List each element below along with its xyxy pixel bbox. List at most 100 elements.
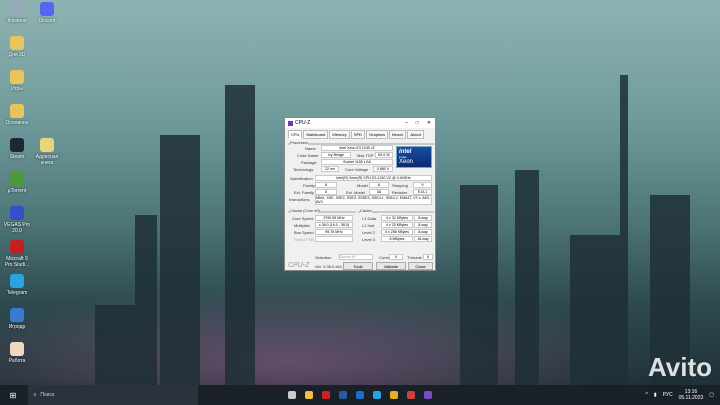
tools-button[interactable]: Tools xyxy=(343,262,373,270)
label: Model xyxy=(357,183,368,188)
taskbar-acrobat[interactable] xyxy=(319,389,333,401)
file-explorer-icon xyxy=(305,391,313,399)
label: Max TDP xyxy=(357,153,374,158)
task-view-icon xyxy=(288,391,296,399)
family: 6 xyxy=(315,182,337,188)
tab-memory[interactable]: Memory xyxy=(329,130,350,139)
app-icon xyxy=(10,172,24,186)
stepping: 9 xyxy=(413,182,432,188)
desktop-icon[interactable]: Основное xyxy=(2,104,32,126)
taskbar-telegram[interactable] xyxy=(370,389,384,401)
taskbar-task-view[interactable] xyxy=(285,389,299,401)
network-icon[interactable]: ▮ xyxy=(654,392,657,398)
photoshop-icon xyxy=(339,391,347,399)
tray-chevron-icon[interactable]: ^ xyxy=(645,392,647,398)
tab-about[interactable]: About xyxy=(407,130,424,139)
desktop-icon-label: Адресная книга xyxy=(35,154,59,166)
cache-label: L1 Data xyxy=(362,216,377,221)
desktop-icon[interactable]: Адресная книга xyxy=(32,138,62,166)
taskbar-cpuz[interactable] xyxy=(421,389,435,401)
language-indicator[interactable]: РУС xyxy=(663,392,673,398)
desktop-icon-label: VEGAS Pro 20.0 xyxy=(3,222,31,234)
cache-size: 8 MBytes xyxy=(381,236,413,242)
taskbar-file-explorer[interactable] xyxy=(302,389,316,401)
cache-label: L1 Inst. xyxy=(362,223,376,228)
cpuz-window[interactable]: CPU-Z – □ ✕ CPU Mainboard Memory SPD Graphics B… xyxy=(284,117,436,271)
tab-spd[interactable]: SPD xyxy=(350,130,366,139)
bus-speed: 99.76 MHz xyxy=(315,229,353,235)
desktop-icon[interactable]: Mixcraft 9 Pro Studi... xyxy=(2,240,32,268)
multiplier: x 38.0 (16.0 - 38.0) xyxy=(315,222,353,228)
app-icon xyxy=(10,206,24,220)
window-title: CPU-Z xyxy=(295,120,311,126)
desktop-icon[interactable]: Игродр xyxy=(2,308,32,330)
desktop-icon-label: Игродр xyxy=(8,324,26,330)
app-icon xyxy=(10,308,24,322)
taskbar-chrome-alt[interactable] xyxy=(404,389,418,401)
outlook-icon xyxy=(356,391,364,399)
specification: Intel(R) Xeon(R) CPU E3-1240 V2 @ 3.40GH… xyxy=(315,175,432,181)
cache-section-label: Cache xyxy=(360,208,372,213)
cache-way: 8-way xyxy=(414,215,432,221)
taskbar-chrome[interactable] xyxy=(387,389,401,401)
search-box[interactable]: ⌕ Поиск xyxy=(27,385,198,405)
label: Code Name xyxy=(297,153,319,158)
cores: 4 xyxy=(389,254,403,260)
desktop-icon[interactable]: VEGAS Pro 20.0 xyxy=(2,206,32,234)
desktop-icon[interactable]: Discord xyxy=(32,2,62,24)
avito-watermark: Avito xyxy=(647,352,712,382)
taskbar-photoshop[interactable] xyxy=(336,389,350,401)
desktop-icon-label: Игры xyxy=(11,86,23,92)
minimize-icon[interactable]: – xyxy=(405,120,408,126)
app-icon xyxy=(10,138,24,152)
chrome-alt-icon xyxy=(407,391,415,399)
desktop-icon[interactable]: Работа xyxy=(2,342,32,364)
desktop-icon[interactable]: Корзина xyxy=(2,2,32,24)
desktop-icon[interactable]: Telegram xyxy=(2,274,32,296)
tower xyxy=(620,75,628,385)
cpuz-icon xyxy=(424,391,432,399)
label: Multiplier xyxy=(294,223,311,228)
validate-button[interactable]: Validate xyxy=(376,262,406,270)
tab-bar: CPU Mainboard Memory SPD Graphics Bench About xyxy=(285,128,435,139)
skyscraper xyxy=(135,215,157,385)
desktop-icon-label: Telegram xyxy=(6,290,28,296)
max-tdp: 69.0 W xyxy=(375,152,393,158)
tab-graphics[interactable]: Graphics xyxy=(366,130,389,139)
threads: 8 xyxy=(423,254,433,260)
maximize-icon[interactable]: □ xyxy=(416,120,419,126)
label: Instructions xyxy=(289,197,310,202)
logo-text: Xeon xyxy=(399,159,414,165)
intel-xeon-logo: intel inside Xeon xyxy=(396,146,432,168)
close-icon[interactable]: ✕ xyxy=(427,120,431,126)
start-button[interactable]: ⊞ xyxy=(6,389,20,401)
clocks-section-label: Clocks (Core #0) xyxy=(290,208,321,213)
tab-bench[interactable]: Bench xyxy=(389,130,407,139)
desktop-icon[interactable]: Steam xyxy=(2,138,32,160)
label: Rated FSB xyxy=(294,237,314,242)
cache-way: 8-way xyxy=(414,229,432,235)
core-speed: 3790.55 MHz xyxy=(315,215,353,221)
taskbar-outlook[interactable] xyxy=(353,389,367,401)
notifications-icon[interactable]: ▢ xyxy=(709,392,714,398)
app-icon xyxy=(10,104,24,118)
label: Technology xyxy=(293,167,314,172)
cpuz-app-icon xyxy=(288,120,293,126)
tab-cpu[interactable]: CPU xyxy=(288,130,303,139)
acrobat-icon xyxy=(322,391,330,399)
socket-select[interactable]: Socket #1 xyxy=(339,254,373,260)
desktop-icon-label: Steam xyxy=(9,154,25,160)
desktop-icon[interactable]: µTorrent xyxy=(2,172,32,194)
label: Core Voltage xyxy=(345,167,369,172)
desktop-icon-label: Корзина xyxy=(7,18,27,24)
desktop-icon[interactable]: Для 3D xyxy=(2,36,32,58)
desktop-icon-label: µTorrent xyxy=(7,188,27,194)
tab-mainboard[interactable]: Mainboard xyxy=(303,130,329,139)
chrome-icon xyxy=(390,391,398,399)
clock[interactable]: 13:16 05.11.2023 xyxy=(679,389,704,401)
taskbar-apps xyxy=(284,389,437,401)
app-icon xyxy=(10,36,24,50)
close-button[interactable]: Close xyxy=(408,262,433,270)
title-bar[interactable]: CPU-Z – □ ✕ xyxy=(285,118,435,128)
desktop-icon[interactable]: Игры xyxy=(2,70,32,92)
